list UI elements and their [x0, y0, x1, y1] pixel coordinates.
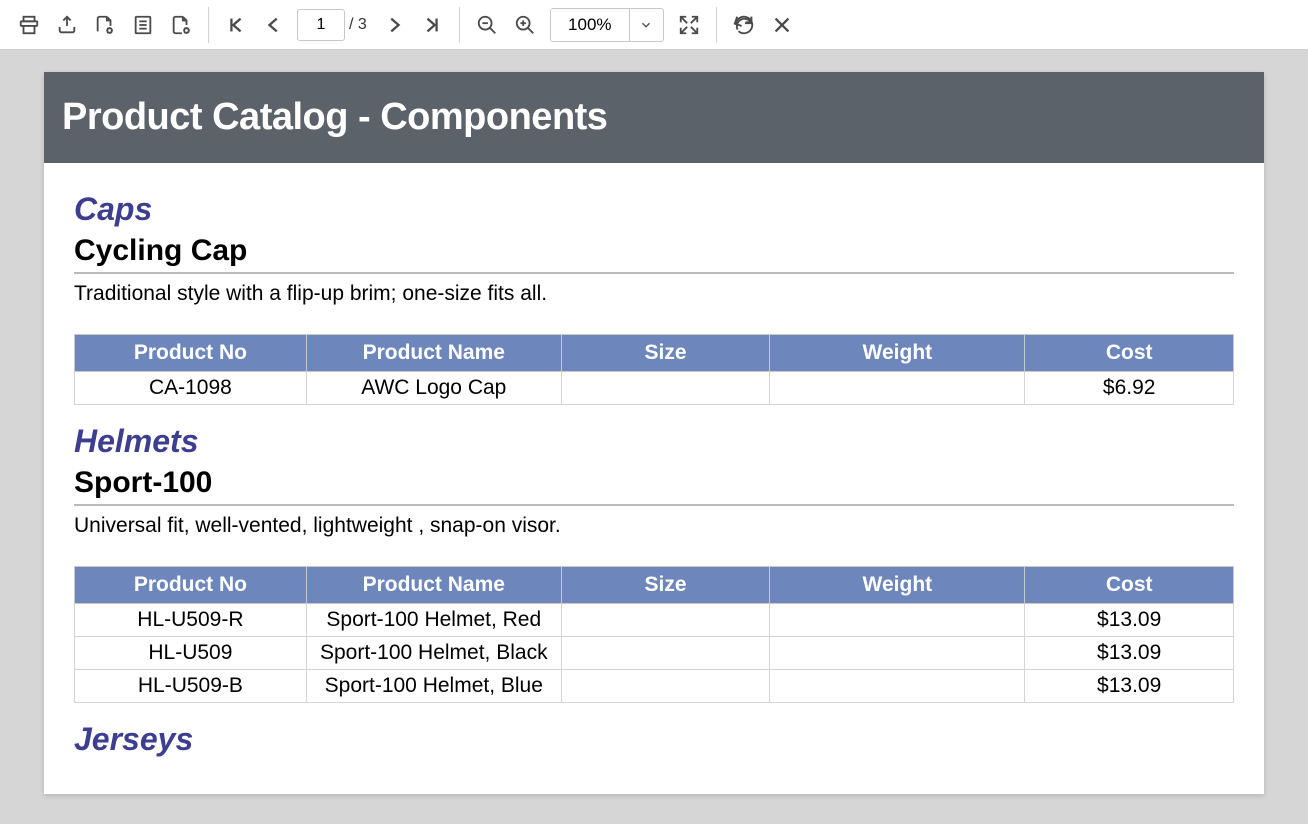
last-page-button[interactable] [413, 6, 451, 44]
table-row: CA-1098AWC Logo Cap $6.92 [75, 372, 1234, 405]
table-row: HL-U509-BSport-100 Helmet, Blue $13.09 [75, 670, 1234, 703]
column-header: Cost [1025, 335, 1234, 372]
prev-page-button[interactable] [255, 6, 293, 44]
cell-no: CA-1098 [75, 372, 307, 405]
cell-size [561, 637, 770, 670]
column-header: Size [561, 335, 770, 372]
export-settings-button[interactable] [86, 6, 124, 44]
product-table: Product NoProduct NameSizeWeightCostHL-U… [74, 566, 1234, 703]
column-header: Product Name [306, 335, 561, 372]
print-button[interactable] [10, 6, 48, 44]
cell-size [561, 670, 770, 703]
cell-cost: $13.09 [1025, 604, 1234, 637]
column-header: Product No [75, 335, 307, 372]
product-table: Product NoProduct NameSizeWeightCostCA-1… [74, 334, 1234, 405]
model-description: Universal fit, well-vented, lightweight … [74, 514, 1234, 538]
model-description: Traditional style with a flip-up brim; o… [74, 282, 1234, 306]
page-setup-button[interactable] [162, 6, 200, 44]
column-header: Product Name [306, 567, 561, 604]
cell-no: HL-U509-R [75, 604, 307, 637]
column-header: Weight [770, 567, 1025, 604]
fullscreen-button[interactable] [670, 6, 708, 44]
cell-weight [770, 604, 1025, 637]
report-page: Product Catalog - Components Caps Cycling… [44, 72, 1264, 794]
refresh-button[interactable] [725, 6, 763, 44]
table-row: HL-U509-RSport-100 Helmet, Red $13.09 [75, 604, 1234, 637]
next-page-button[interactable] [375, 6, 413, 44]
cancel-button[interactable] [763, 6, 801, 44]
page-total-label: / 3 [349, 16, 367, 34]
report-title: Product Catalog - Components [44, 72, 1264, 163]
cell-name: Sport-100 Helmet, Blue [306, 670, 561, 703]
divider [74, 272, 1234, 274]
cell-weight [770, 670, 1025, 703]
toolbar-separator [459, 7, 460, 43]
page-number-input[interactable] [297, 9, 345, 41]
zoom-in-button[interactable] [506, 6, 544, 44]
first-page-button[interactable] [217, 6, 255, 44]
column-header: Cost [1025, 567, 1234, 604]
model-heading: Cycling Cap [74, 234, 1234, 268]
cell-cost: $13.09 [1025, 670, 1234, 703]
report-viewer[interactable]: Product Catalog - Components Caps Cycling… [0, 50, 1308, 824]
cell-name: AWC Logo Cap [306, 372, 561, 405]
divider [74, 504, 1234, 506]
cell-name: Sport-100 Helmet, Black [306, 637, 561, 670]
cell-name: Sport-100 Helmet, Red [306, 604, 561, 637]
column-header: Weight [770, 335, 1025, 372]
cell-cost: $6.92 [1025, 372, 1234, 405]
zoom-out-button[interactable] [468, 6, 506, 44]
toolbar-separator [716, 7, 717, 43]
category-heading: Jerseys [74, 721, 1234, 758]
model-heading: Sport-100 [74, 466, 1234, 500]
column-header: Size [561, 567, 770, 604]
category-heading: Caps [74, 191, 1234, 228]
category-heading: Helmets [74, 423, 1234, 460]
viewer-toolbar: / 3 [0, 0, 1308, 50]
column-header: Product No [75, 567, 307, 604]
cell-cost: $13.09 [1025, 637, 1234, 670]
toolbar-separator [208, 7, 209, 43]
toggle-sidebar-button[interactable] [124, 6, 162, 44]
zoom-input[interactable] [551, 9, 629, 41]
cell-weight [770, 637, 1025, 670]
table-row: HL-U509Sport-100 Helmet, Black $13.09 [75, 637, 1234, 670]
zoom-dropdown-button[interactable] [629, 8, 663, 42]
cell-no: HL-U509 [75, 637, 307, 670]
cell-size [561, 372, 770, 405]
cell-no: HL-U509-B [75, 670, 307, 703]
export-button[interactable] [48, 6, 86, 44]
zoom-combo[interactable] [550, 8, 664, 42]
cell-weight [770, 372, 1025, 405]
cell-size [561, 604, 770, 637]
